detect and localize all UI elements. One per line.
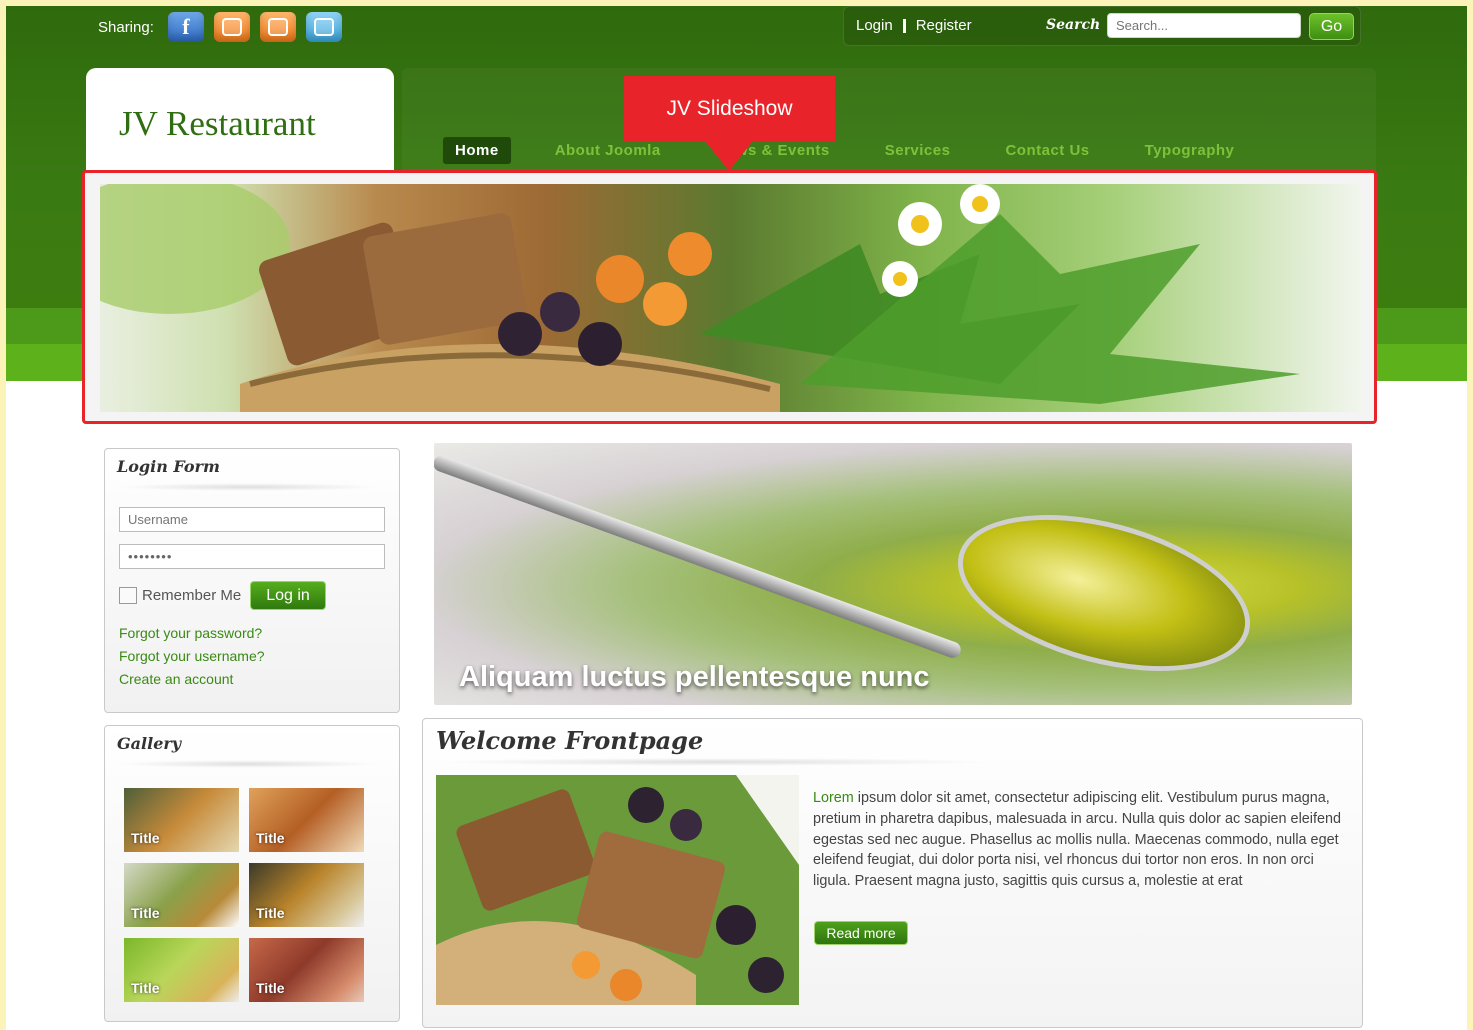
nav-typography[interactable]: Typography xyxy=(1145,142,1235,159)
login-form-title: Login Form xyxy=(117,457,220,476)
remember-label: Remember Me xyxy=(142,587,242,604)
remember-me[interactable]: Remember Me xyxy=(119,587,241,604)
gallery-thumb[interactable]: Title xyxy=(124,863,239,927)
login-link[interactable]: Login xyxy=(856,17,893,34)
top-login-links: Login Register xyxy=(856,17,972,34)
gallery-thumb-label: Title xyxy=(131,980,160,996)
slideshow-callout: JV Slideshow xyxy=(624,76,835,142)
nav-home[interactable]: Home xyxy=(442,136,512,165)
password-field[interactable]: •••••••• xyxy=(119,544,385,569)
article-body-first-word: Lorem xyxy=(813,790,854,806)
read-more-button[interactable]: Read more xyxy=(814,921,908,945)
gallery-thumb-label: Title xyxy=(131,830,160,846)
nav-services[interactable]: Services xyxy=(885,142,951,159)
login-form-module: Login Form •••••••• Remember Me Log in F… xyxy=(104,448,400,713)
olive-oil-spoon-graphic xyxy=(940,486,1268,700)
username-field[interactable] xyxy=(119,507,385,532)
twitter-icon[interactable] xyxy=(305,12,342,42)
forgot-password-link[interactable]: Forgot your password? xyxy=(119,625,262,641)
slideshow-image[interactable] xyxy=(100,184,1362,412)
gallery-module: Gallery Title Title Title Title Title Ti… xyxy=(104,725,400,1022)
article-body-rest: ipsum dolor sit amet, consectetur adipis… xyxy=(813,790,1341,890)
site-logo[interactable]: JV Restaurant xyxy=(119,104,316,144)
title-underline xyxy=(436,758,996,766)
sharing-bar: Sharing: f xyxy=(98,12,342,42)
search-input[interactable] xyxy=(1107,13,1301,38)
forgot-username-link[interactable]: Forgot your username? xyxy=(119,648,265,664)
title-underline xyxy=(117,760,379,768)
nav-contact-us[interactable]: Contact Us xyxy=(1005,142,1089,159)
blogger-icon[interactable] xyxy=(213,12,250,42)
create-account-link[interactable]: Create an account xyxy=(119,671,233,687)
blog-icon[interactable] xyxy=(259,12,296,42)
article-body: Lorem ipsum dolor sit amet, consectetur … xyxy=(813,788,1343,892)
banner-caption[interactable]: Aliquam luctus pellentesque nunc xyxy=(459,661,930,694)
login-button[interactable]: Log in xyxy=(250,581,326,610)
nav-about-joomla[interactable]: About Joomla xyxy=(555,142,661,159)
main-nav: Home About Joomla News & Events Services… xyxy=(442,136,1289,165)
gallery-thumb-label: Title xyxy=(256,980,285,996)
gallery-thumb-label: Title xyxy=(131,905,160,921)
sharing-label: Sharing: xyxy=(98,18,154,36)
gallery-thumb[interactable]: Title xyxy=(124,938,239,1002)
gallery-thumb[interactable]: Title xyxy=(249,788,364,852)
gallery-thumb-label: Title xyxy=(256,830,285,846)
register-link[interactable]: Register xyxy=(916,17,972,34)
remember-checkbox[interactable] xyxy=(119,587,137,604)
search-label: Search xyxy=(1046,17,1101,33)
title-underline xyxy=(117,483,379,491)
article-title[interactable]: Welcome Frontpage xyxy=(436,726,703,755)
gallery-title: Gallery xyxy=(117,734,182,753)
slideshow-artwork xyxy=(100,184,1300,412)
gallery-thumb[interactable]: Title xyxy=(249,938,364,1002)
separator xyxy=(902,18,906,33)
spoon-handle-graphic xyxy=(434,453,963,661)
search-go-button[interactable]: Go xyxy=(1309,13,1354,40)
callout-arrow xyxy=(705,141,753,171)
article-image-artwork xyxy=(436,775,799,1005)
facebook-icon[interactable]: f xyxy=(167,12,204,42)
article-image xyxy=(436,775,799,1005)
gallery-thumb-label: Title xyxy=(256,905,285,921)
gallery-thumb[interactable]: Title xyxy=(249,863,364,927)
gallery-thumb[interactable]: Title xyxy=(124,788,239,852)
